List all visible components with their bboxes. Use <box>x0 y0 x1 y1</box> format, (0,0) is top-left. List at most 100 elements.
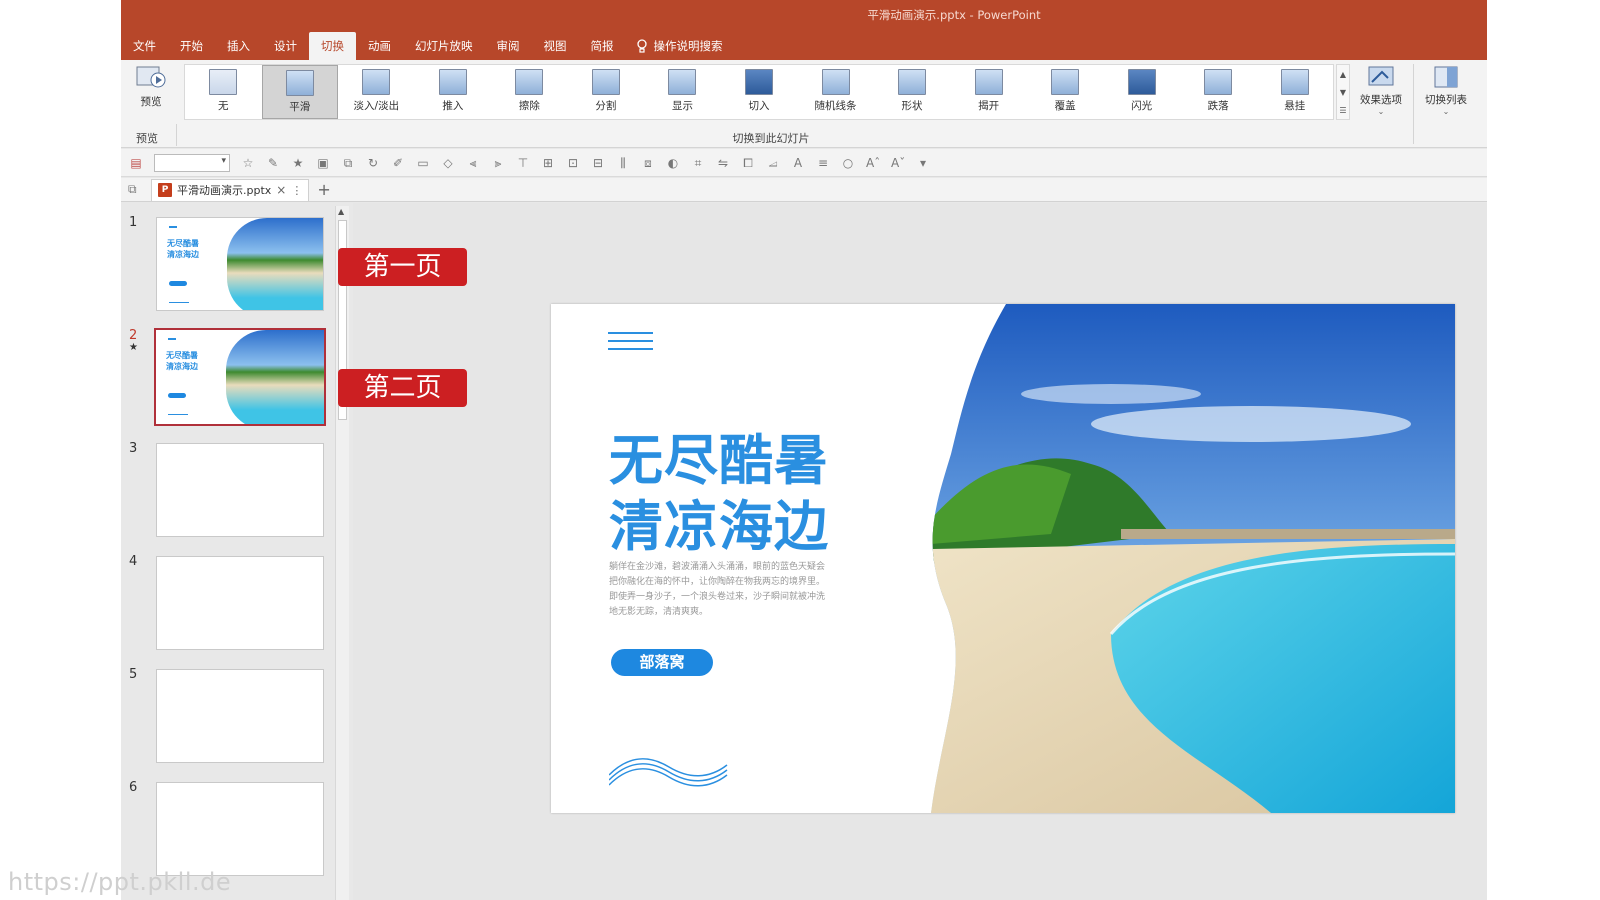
panel-scrollbar[interactable]: ▲ <box>335 206 349 900</box>
tab-review[interactable]: 审阅 <box>485 32 532 60</box>
slide-thumbnail[interactable] <box>156 782 324 876</box>
tab-slideshow[interactable]: 幻灯片放映 <box>403 32 485 60</box>
format-painter-icon[interactable]: ✐ <box>391 156 405 170</box>
ribbon-tabs: 文件 开始 插入 设计 切换 动画 幻灯片放映 审阅 视图 简报 操作说明搜索 <box>121 32 723 60</box>
slide-number: 1 <box>129 215 138 230</box>
lightbulb-icon <box>636 38 647 53</box>
thumb-button <box>168 393 186 398</box>
close-icon[interactable]: × <box>276 183 286 197</box>
slide-title-line2: 清凉海边 <box>609 495 829 558</box>
slide-thumbnail[interactable] <box>156 669 324 763</box>
align-left-icon[interactable]: ⫷ <box>466 156 480 170</box>
transition-0[interactable]: 无 <box>185 65 262 119</box>
transition-14[interactable]: 悬挂 <box>1256 65 1333 119</box>
tab-view[interactable]: 视图 <box>532 32 579 60</box>
transition-1[interactable]: 平滑 <box>261 65 339 119</box>
scroll-down-icon[interactable]: ▼ <box>1340 88 1346 97</box>
slide-thumbnail[interactable] <box>156 443 324 537</box>
transition-11[interactable]: 覆盖 <box>1027 65 1104 119</box>
star-icon[interactable]: ☆ <box>241 156 255 170</box>
line-spacing-icon[interactable]: ≡ <box>816 156 830 170</box>
align-middle-icon[interactable]: ⊞ <box>541 156 555 170</box>
random-bars-transition-icon <box>821 69 850 95</box>
shape-transition-icon <box>898 69 927 95</box>
split-transition-icon <box>591 69 620 95</box>
decrease-font-icon[interactable]: Aˇ <box>891 156 905 170</box>
preview-button[interactable]: 预览 <box>129 64 173 124</box>
fade-transition-icon <box>362 69 391 95</box>
tell-me-search[interactable]: 操作说明搜索 <box>626 32 723 60</box>
transition-6[interactable]: 显示 <box>644 65 721 119</box>
copy-icon[interactable]: ⧉ <box>341 156 355 170</box>
transition-4[interactable]: 擦除 <box>491 65 568 119</box>
transition-label: 随机线条 <box>814 100 857 112</box>
send-backward-icon[interactable]: ⧡ <box>766 156 780 170</box>
quick-toolbar: ▤ ☆ ✎ ★ ▣ ⧉ ↻ ✐ ▭ ◇ ⫷ ⫸ ⊤ ⊞ ⊡ ⊟ ⫼ ⧈ ◐ ⌗ … <box>121 149 1487 177</box>
scroll-up-icon[interactable]: ▲ <box>1340 70 1346 79</box>
transition-13[interactable]: 跌落 <box>1180 65 1257 119</box>
tab-home[interactable]: 开始 <box>168 32 215 60</box>
document-tabs: ⧉ P 平滑动画演示.pptx × ⋮ + <box>121 178 1487 202</box>
current-slide[interactable]: 无尽酷暑 清凉海边 躺佯在金沙滩，碧波涌涌入头涌涌，眼前的蓝色天疑会把你融化在海… <box>551 304 1455 813</box>
transition-12[interactable]: 闪光 <box>1103 65 1180 119</box>
transition-7[interactable]: 切入 <box>721 65 798 119</box>
transition-label: 淡入/淡出 <box>353 100 400 112</box>
crop-icon[interactable]: ⌗ <box>691 156 705 170</box>
scroll-up-icon[interactable]: ▲ <box>338 207 344 216</box>
slide-layout-icon[interactable]: ▤ <box>129 156 143 170</box>
transition-label: 覆盖 <box>1054 100 1076 112</box>
slide-thumbnail[interactable] <box>156 556 324 650</box>
more-icon[interactable]: ☰ <box>1339 106 1346 115</box>
tab-transitions[interactable]: 切换 <box>309 32 356 60</box>
font-combo[interactable] <box>154 153 230 172</box>
transition-3[interactable]: 推入 <box>415 65 492 119</box>
document-tab[interactable]: P 平滑动画演示.pptx × ⋮ <box>151 178 310 201</box>
transition-9[interactable]: 形状 <box>874 65 951 119</box>
add-animation-icon[interactable]: ★ <box>291 156 305 170</box>
none-transition-icon <box>209 69 238 95</box>
tab-animations[interactable]: 动画 <box>356 32 403 60</box>
transition-8[interactable]: 随机线条 <box>797 65 874 119</box>
group-icon[interactable]: ⧈ <box>641 156 655 170</box>
transition-2[interactable]: 淡入/淡出 <box>338 65 415 119</box>
align-center-icon[interactable]: ⊡ <box>566 156 580 170</box>
rotate-icon[interactable]: ↻ <box>366 156 380 170</box>
align-right-icon[interactable]: ⫸ <box>491 156 505 170</box>
increase-font-icon[interactable]: Aˆ <box>866 156 880 170</box>
add-tab-icon[interactable]: + <box>317 180 330 199</box>
tab-file[interactable]: 文件 <box>121 32 168 60</box>
slide-number: 5 <box>129 667 138 682</box>
tab-briefing[interactable]: 简报 <box>579 32 626 60</box>
thumb-title: 无尽酷暑 <box>166 351 198 360</box>
transition-10[interactable]: 揭开 <box>950 65 1027 119</box>
animation-painter-icon[interactable]: ✎ <box>266 156 280 170</box>
transition-label: 分割 <box>595 100 617 112</box>
slide-thumbnail[interactable]: 无尽酷暑 清凉海边 <box>156 217 324 311</box>
effect-options-button[interactable]: 效果选项 ⌄ <box>1353 64 1409 116</box>
align-top-icon[interactable]: ⊤ <box>516 156 530 170</box>
circle-icon[interactable]: ○ <box>841 156 855 170</box>
transition-list-button[interactable]: 切换列表 ⌄ <box>1416 64 1476 116</box>
shape-icon[interactable]: ◇ <box>441 156 455 170</box>
fill-icon[interactable]: ◐ <box>666 156 680 170</box>
flip-icon[interactable]: ⇋ <box>716 156 730 170</box>
more-icon[interactable]: ⋮ <box>291 184 302 197</box>
arrange-icon[interactable]: ▣ <box>316 156 330 170</box>
font-color-icon[interactable]: A <box>791 156 805 170</box>
gallery-scroll[interactable]: ▲ ▼ ☰ <box>1336 64 1350 120</box>
new-window-icon[interactable]: ⧉ <box>128 182 137 197</box>
thumb-photo <box>226 330 324 424</box>
slide-thumbnail[interactable]: 无尽酷暑 清凉海边 <box>154 328 326 426</box>
transition-label: 形状 <box>901 100 923 112</box>
textbox-icon[interactable]: ▭ <box>416 156 430 170</box>
animation-star-icon: ★ <box>129 342 138 353</box>
tab-design[interactable]: 设计 <box>262 32 309 60</box>
bring-forward-icon[interactable]: ⧠ <box>741 156 755 170</box>
slide-button: 部落窝 <box>611 649 713 676</box>
transition-5[interactable]: 分割 <box>568 65 645 119</box>
spacing-icon[interactable]: ⫼ <box>616 156 630 170</box>
customize-toolbar-icon[interactable]: ▾ <box>916 156 930 170</box>
tab-insert[interactable]: 插入 <box>215 32 262 60</box>
distribute-icon[interactable]: ⊟ <box>591 156 605 170</box>
thumb-wave <box>168 414 188 417</box>
